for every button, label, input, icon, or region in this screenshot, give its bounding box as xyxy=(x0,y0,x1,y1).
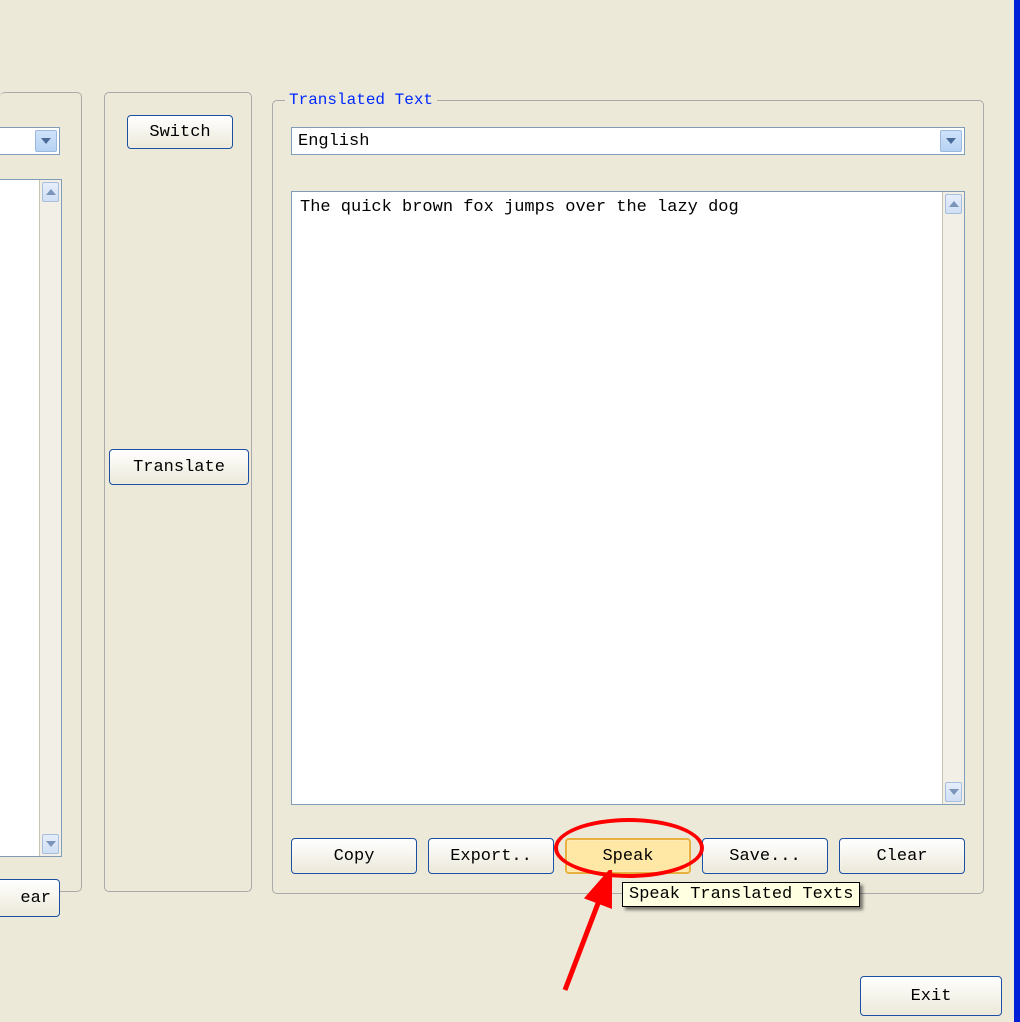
source-language-dropdown[interactable] xyxy=(0,127,60,155)
scroll-down-icon[interactable] xyxy=(945,782,962,802)
speak-label: Speak xyxy=(602,847,653,866)
translated-text-panel: Translated Text English The quick brown … xyxy=(272,100,984,894)
save-button[interactable]: Save... xyxy=(702,838,828,874)
speak-tooltip: Speak Translated Texts xyxy=(622,882,860,907)
source-text-area[interactable] xyxy=(0,179,62,857)
chevron-down-icon[interactable] xyxy=(940,130,962,152)
translated-text-legend: Translated Text xyxy=(285,91,437,109)
source-clear-label: ear xyxy=(20,889,51,908)
export-button[interactable]: Export.. xyxy=(428,838,554,874)
source-text-panel: ear xyxy=(0,92,82,892)
save-label: Save... xyxy=(729,847,800,866)
source-text-content xyxy=(0,180,39,856)
window-right-border xyxy=(1014,0,1020,1022)
translated-text-content: The quick brown fox jumps over the lazy … xyxy=(292,192,942,804)
switch-button[interactable]: Switch xyxy=(127,115,233,149)
scroll-up-icon[interactable] xyxy=(42,182,59,202)
scroll-down-icon[interactable] xyxy=(42,834,59,854)
clear-label: Clear xyxy=(876,847,927,866)
exit-button[interactable]: Exit xyxy=(860,976,1002,1016)
translated-text-area[interactable]: The quick brown fox jumps over the lazy … xyxy=(291,191,965,805)
copy-button[interactable]: Copy xyxy=(291,838,417,874)
action-panel: Switch Translate xyxy=(104,92,252,892)
export-label: Export.. xyxy=(450,847,532,866)
scrollbar[interactable] xyxy=(39,180,61,856)
clear-button[interactable]: Clear xyxy=(839,838,965,874)
speak-button[interactable]: Speak xyxy=(565,838,691,874)
scroll-up-icon[interactable] xyxy=(945,194,962,214)
copy-label: Copy xyxy=(334,847,375,866)
translate-label: Translate xyxy=(133,458,225,477)
translated-button-row: Copy Export.. Speak Save... Clear xyxy=(291,837,965,875)
speak-tooltip-text: Speak Translated Texts xyxy=(629,885,853,904)
chevron-down-icon[interactable] xyxy=(35,130,57,152)
target-language-dropdown[interactable]: English xyxy=(291,127,965,155)
scrollbar[interactable] xyxy=(942,192,964,804)
switch-label: Switch xyxy=(149,123,210,142)
exit-label: Exit xyxy=(911,987,952,1006)
target-language-value: English xyxy=(298,132,369,151)
translate-button[interactable]: Translate xyxy=(109,449,249,485)
source-clear-button[interactable]: ear xyxy=(0,879,60,917)
